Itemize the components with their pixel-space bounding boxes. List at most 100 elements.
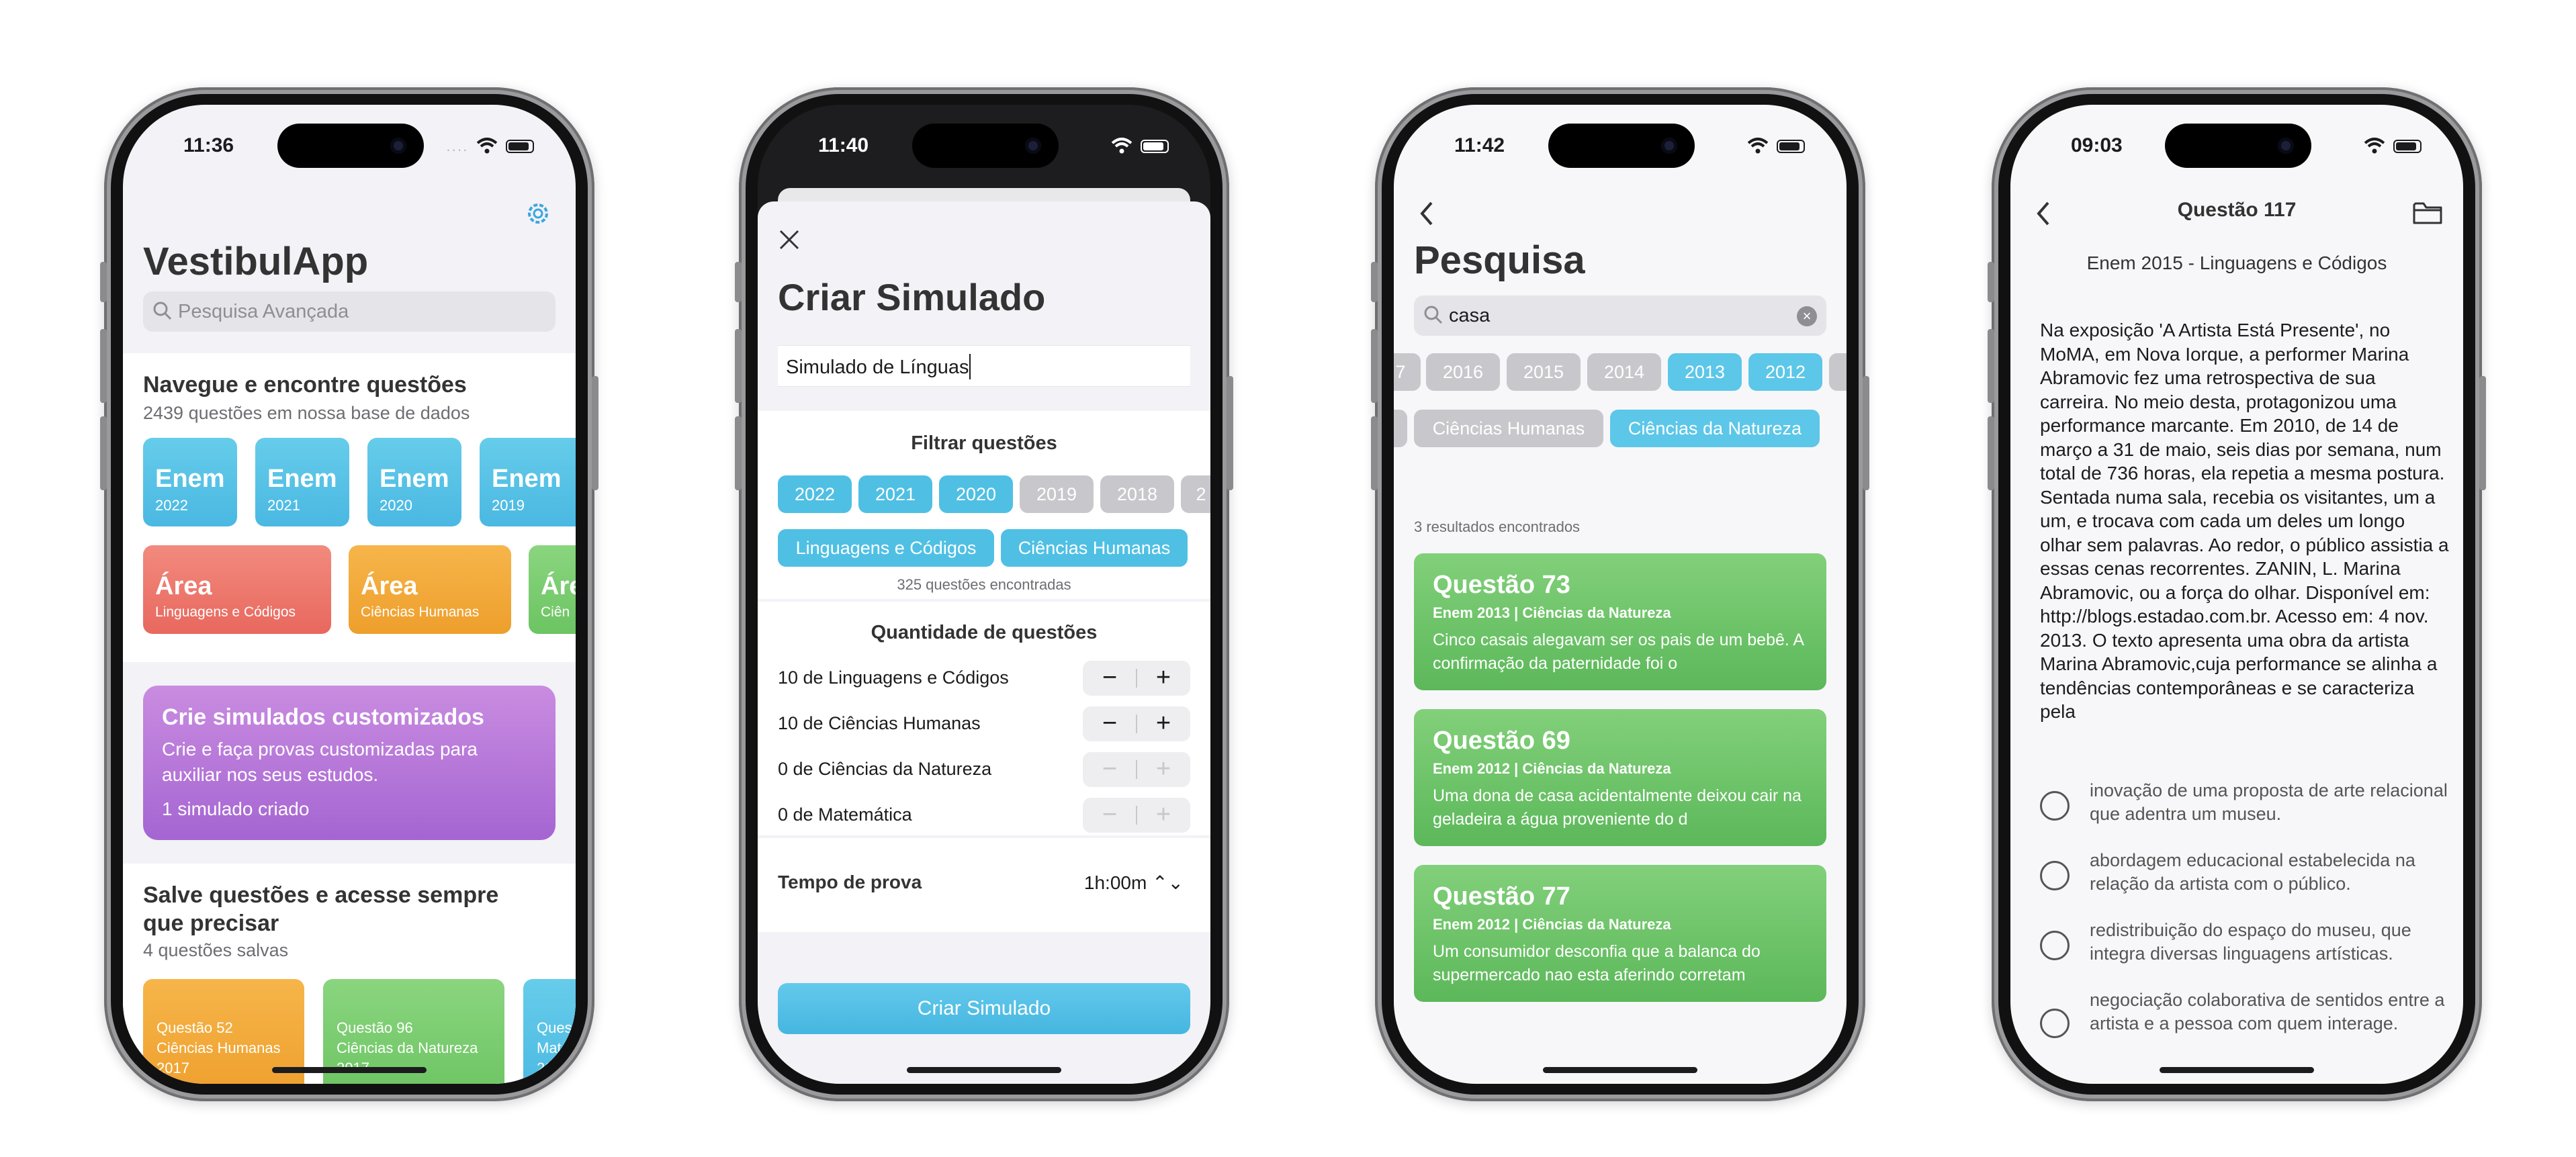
stepper-plus[interactable]: + <box>1137 752 1190 787</box>
time-label: Tempo de prova <box>778 872 922 892</box>
year-chip-partial[interactable] <box>1829 353 1847 391</box>
area-chip[interactable]: Linguagens e Códigos <box>778 529 994 567</box>
stepper-plus[interactable]: + <box>1137 798 1190 833</box>
quantity-row: 10 de Ciências Humanas − + <box>778 704 1190 744</box>
year-chip[interactable]: 2013 <box>1668 353 1742 391</box>
battery-icon <box>1141 140 1169 153</box>
power-button <box>2479 376 2486 490</box>
option-text: redistribuição do espaço do museu, que i… <box>2090 920 2411 964</box>
year-chip[interactable]: 2016 <box>1426 353 1500 391</box>
stepper-plus[interactable]: + <box>1137 706 1190 741</box>
question-result-card[interactable]: Questão 77 Enem 2012 | Ciências da Natur… <box>1414 865 1826 1002</box>
filter-section: Filtrar questões 2022 2021 2020 2019 201… <box>758 411 1210 599</box>
stepper-minus[interactable]: − <box>1083 752 1137 787</box>
tile-label: Enem <box>380 465 449 493</box>
area-chip[interactable]: Ciências Humanas <box>1414 410 1603 447</box>
question-meta: Enem 2013 | Ciências da Natureza <box>1433 604 1671 621</box>
search-input[interactable]: casa × <box>1414 295 1826 336</box>
enem-tile-2022[interactable]: Enem 2022 <box>143 438 237 526</box>
found-count: 325 questões encontradas <box>897 576 1071 593</box>
area-tile-natureza[interactable]: Áre Ciên <box>529 545 576 634</box>
volume-down-button <box>100 416 107 490</box>
clear-icon[interactable]: × <box>1797 306 1817 326</box>
dynamic-island <box>1548 124 1695 168</box>
stepper-minus[interactable]: − <box>1083 798 1137 833</box>
saved-question-card[interactable]: Ques Mate 201 <box>523 979 576 1084</box>
tile-label: Área <box>361 572 418 600</box>
radio-button[interactable] <box>2040 861 2070 890</box>
quantity-stepper[interactable]: − + <box>1083 661 1190 696</box>
year-chip[interactable]: 2 <box>1181 475 1210 513</box>
tile-label: Enem <box>155 465 225 493</box>
year-chip[interactable]: 2018 <box>1100 475 1174 513</box>
question-result-card[interactable]: Questão 69 Enem 2012 | Ciências da Natur… <box>1414 709 1826 846</box>
phone-question: 09:03 Questão 117 Enem 2015 - Linguagens… <box>1988 87 2486 1101</box>
battery-icon <box>506 140 534 153</box>
tile-sub: Ciên <box>541 604 570 620</box>
enem-tile-2020[interactable]: Enem 2020 <box>367 438 461 526</box>
volume-up-button <box>1988 329 1994 403</box>
year-chip[interactable]: 7 <box>1394 353 1421 391</box>
custom-exam-card[interactable]: Crie simulados customizados Crie e faça … <box>143 686 556 840</box>
saved-subtitle: 4 questões salvas <box>143 940 289 960</box>
advanced-search-input[interactable]: Pesquisa Avançada <box>143 291 556 332</box>
year-chip[interactable]: 2020 <box>939 475 1013 513</box>
radio-button[interactable] <box>2040 791 2070 821</box>
year-chip[interactable]: 2021 <box>858 475 932 513</box>
quantity-stepper[interactable]: − + <box>1083 752 1190 787</box>
quantity-stepper[interactable]: − + <box>1083 798 1190 833</box>
answer-option[interactable]: redistribuição do espaço do museu, que i… <box>2040 919 2443 979</box>
radio-button[interactable] <box>2040 1009 2070 1038</box>
home-indicator <box>1543 1067 1697 1073</box>
battery-icon <box>2393 140 2422 153</box>
stepper-plus[interactable]: + <box>1137 661 1190 696</box>
create-exam-button[interactable]: Criar Simulado <box>778 983 1190 1034</box>
question-screen: 09:03 Questão 117 Enem 2015 - Linguagens… <box>2010 105 2463 1084</box>
question-preview: Um consumidor desconfia que a balanca do… <box>1433 942 1761 984</box>
tile-label: Enem <box>267 465 337 493</box>
year-chip[interactable]: 2014 <box>1587 353 1661 391</box>
area-chip[interactable]: Ciências Humanas <box>1001 529 1188 567</box>
answer-option[interactable]: negociação colaborativa de sentidos entr… <box>2040 988 2444 1049</box>
radio-button[interactable] <box>2040 931 2070 960</box>
year-chip[interactable]: 2015 <box>1507 353 1581 391</box>
year-chip[interactable]: 2012 <box>1748 353 1822 391</box>
area-chip[interactable]: Ciências da Natureza <box>1610 410 1820 447</box>
enem-tile-2021[interactable]: Enem 2021 <box>255 438 349 526</box>
time-picker[interactable]: 1h:00m ⌃⌄ <box>1084 872 1184 894</box>
gear-icon[interactable] <box>523 199 553 228</box>
close-icon[interactable] <box>778 228 801 251</box>
side-button <box>1371 262 1378 302</box>
exam-name-input[interactable]: Simulado de Línguas <box>778 345 1190 387</box>
saved-title: Salve questões e acesse sempre que preci… <box>143 882 499 936</box>
power-button <box>1227 376 1233 490</box>
area-chip-partial[interactable] <box>1394 410 1407 447</box>
area-tile-linguagens[interactable]: Área Linguagens e Códigos <box>143 545 331 634</box>
side-button <box>1988 262 1994 302</box>
saved-card-area: Ciências Humanas <box>157 1039 281 1056</box>
home-screen: 11:36 ···· VestibulApp Pesquisa Avançada… <box>123 105 576 1084</box>
folder-icon[interactable] <box>2412 200 2443 226</box>
question-preview: Cinco casais alegavam ser os pais de um … <box>1433 631 1804 673</box>
year-chip[interactable]: 2022 <box>778 475 852 513</box>
answer-option[interactable]: abordagem educacional estabelecida na re… <box>2040 849 2443 909</box>
phone-search: 11:42 Pesquisa casa × 7 2016 2015 2014 2… <box>1371 87 1869 1101</box>
enem-tile-2019[interactable]: Enem 2019 <box>480 438 576 526</box>
quantity-row: 0 de Ciências da Natureza − + <box>778 749 1190 790</box>
question-title: Questão 73 <box>1433 571 1570 599</box>
quantity-stepper[interactable]: − + <box>1083 706 1190 741</box>
stepper-minus[interactable]: − <box>1083 706 1137 741</box>
question-result-card[interactable]: Questão 73 Enem 2013 | Ciências da Natur… <box>1414 553 1826 690</box>
volume-up-button <box>735 329 742 403</box>
back-chevron-icon[interactable] <box>1417 199 1437 228</box>
answer-option[interactable]: inovação de uma proposta de arte relacio… <box>2040 779 2448 839</box>
dynamic-island <box>912 124 1059 168</box>
area-tile-humanas[interactable]: Área Ciências Humanas <box>349 545 511 634</box>
saved-card-question: Questão 96 <box>337 1019 413 1036</box>
dynamic-island <box>2165 124 2311 168</box>
volume-down-button <box>735 416 742 490</box>
status-time: 11:36 <box>183 134 234 156</box>
year-chip[interactable]: 2019 <box>1020 475 1094 513</box>
stepper-minus[interactable]: − <box>1083 661 1137 696</box>
custom-card-title: Crie simulados customizados <box>162 704 484 730</box>
